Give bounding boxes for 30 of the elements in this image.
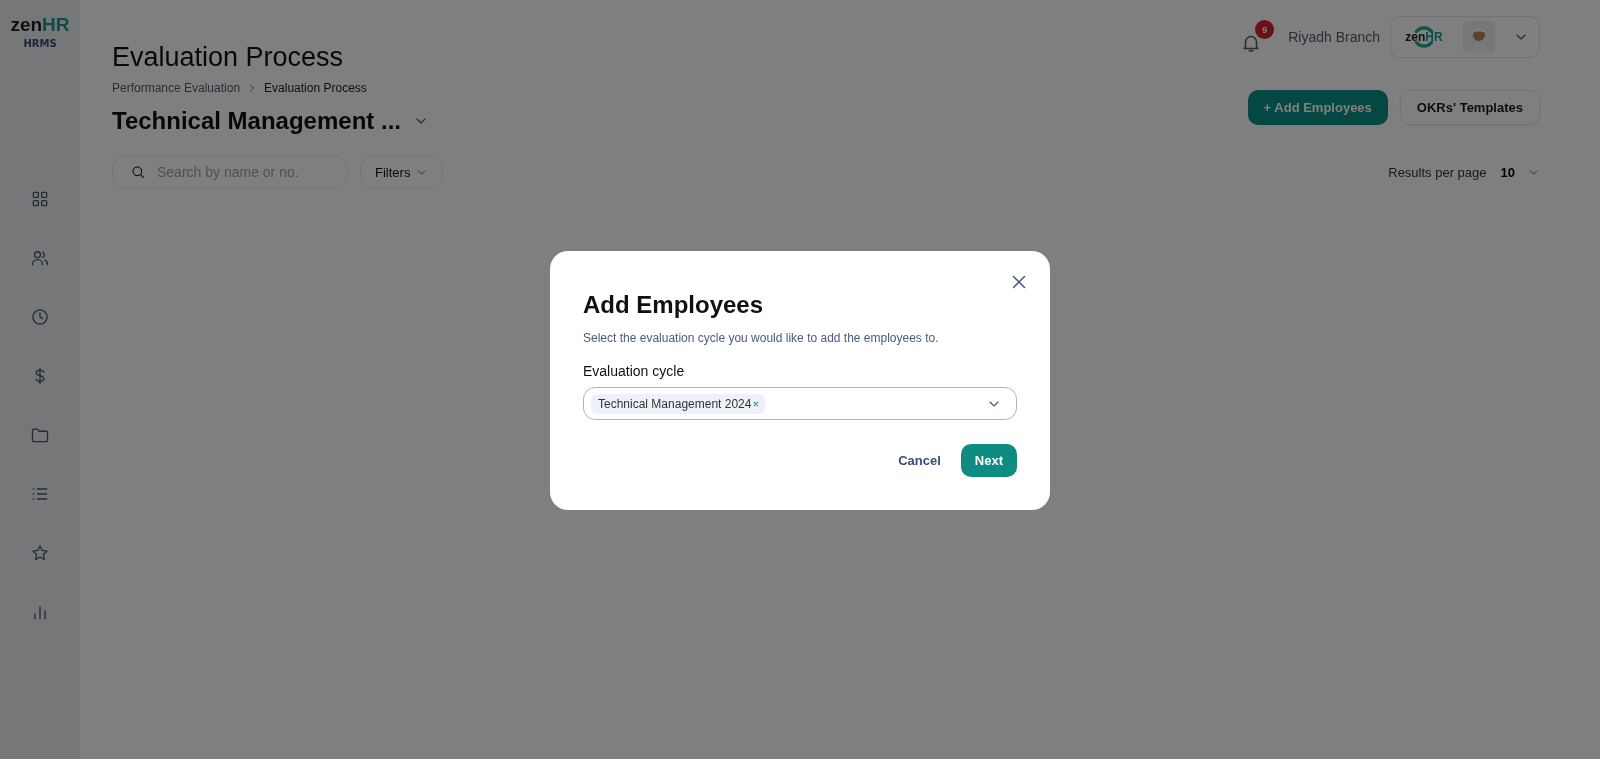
evaluation-cycle-select[interactable]: Technical Management 2024 [583, 387, 1017, 420]
page-title: Evaluation Process [112, 41, 345, 74]
profile-menu[interactable]: zenHR [1390, 16, 1540, 58]
breadcrumb-link[interactable]: Evaluation Process [264, 81, 367, 96]
branch-name: Riyadh Branch [1288, 29, 1380, 45]
clock-icon [30, 307, 50, 327]
logo: zenHR [10, 14, 70, 36]
field-label: Evaluation cycle [583, 363, 686, 379]
filters-button[interactable]: Filters [360, 155, 444, 190]
breadcrumb-link[interactable]: Performance Evaluation [112, 81, 241, 96]
notification-button[interactable]: 9 [1240, 20, 1275, 54]
avatar-icon [1463, 21, 1495, 53]
results-per-page-label: Results per page [1388, 164, 1487, 180]
company-logo: zenHR [1403, 23, 1445, 51]
cancel-button[interactable]: Cancel [898, 453, 941, 468]
results-per-page-select[interactable]: 10 [1500, 164, 1540, 180]
search-icon [130, 164, 146, 181]
cycle-title: Technical Management ... [112, 107, 401, 136]
people-icon [30, 248, 50, 268]
product-name: HRMS [23, 38, 57, 49]
modal-title: Add Employees [583, 291, 765, 319]
next-button[interactable]: Next [960, 444, 1017, 477]
remove-icon [752, 399, 761, 408]
tag-label: Technical Management 2024 [598, 396, 752, 411]
modal-description: Select the evaluation cycle you would like to add the employees to. [583, 331, 940, 345]
grid-icon [30, 189, 50, 209]
add-employees-button[interactable]: + Add Employees [1247, 90, 1388, 125]
notification-badge: 9 [1255, 20, 1275, 39]
templates-button[interactable]: OKRs' Templates [1399, 90, 1540, 125]
star-icon [30, 543, 50, 563]
